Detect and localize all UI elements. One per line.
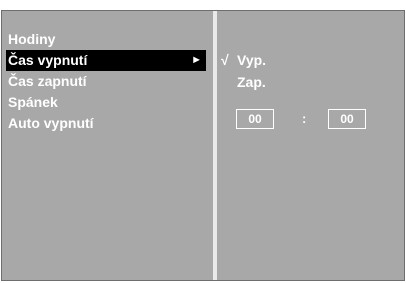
menu-item-label: Čas vypnutí bbox=[8, 52, 88, 68]
option-vyp[interactable]: √ Vyp. bbox=[220, 49, 400, 71]
off-time-submenu: √ Vyp. Zap. 00 : 00 bbox=[220, 49, 400, 129]
timer-settings-panel: Hodiny Čas vypnutí ► Čas zapnutí Spánek … bbox=[1, 10, 405, 281]
checkmark-icon: √ bbox=[221, 52, 229, 68]
menu-item-cas-vypnuti[interactable]: Čas vypnutí ► bbox=[6, 50, 206, 71]
menu-item-spanek[interactable]: Spánek bbox=[6, 92, 206, 113]
panel-divider bbox=[213, 11, 217, 280]
menu-item-label: Spánek bbox=[8, 94, 58, 110]
option-zap[interactable]: Zap. bbox=[220, 71, 400, 93]
option-label: Zap. bbox=[237, 74, 266, 90]
menu-item-label: Hodiny bbox=[8, 31, 56, 47]
timer-menu: Hodiny Čas vypnutí ► Čas zapnutí Spánek … bbox=[6, 29, 206, 134]
menu-item-hodiny[interactable]: Hodiny bbox=[6, 29, 206, 50]
time-separator: : bbox=[302, 111, 307, 126]
option-label: Vyp. bbox=[237, 52, 267, 68]
arrow-right-icon: ► bbox=[191, 54, 202, 66]
menu-item-cas-zapnuti[interactable]: Čas zapnutí bbox=[6, 71, 206, 92]
minute-field[interactable]: 00 bbox=[328, 109, 366, 129]
off-time-setting: 00 : 00 bbox=[236, 109, 396, 129]
menu-item-label: Čas zapnutí bbox=[8, 73, 87, 89]
menu-item-auto-vypnuti[interactable]: Auto vypnutí bbox=[6, 113, 206, 134]
menu-item-label: Auto vypnutí bbox=[8, 115, 94, 131]
hour-field[interactable]: 00 bbox=[236, 109, 274, 129]
